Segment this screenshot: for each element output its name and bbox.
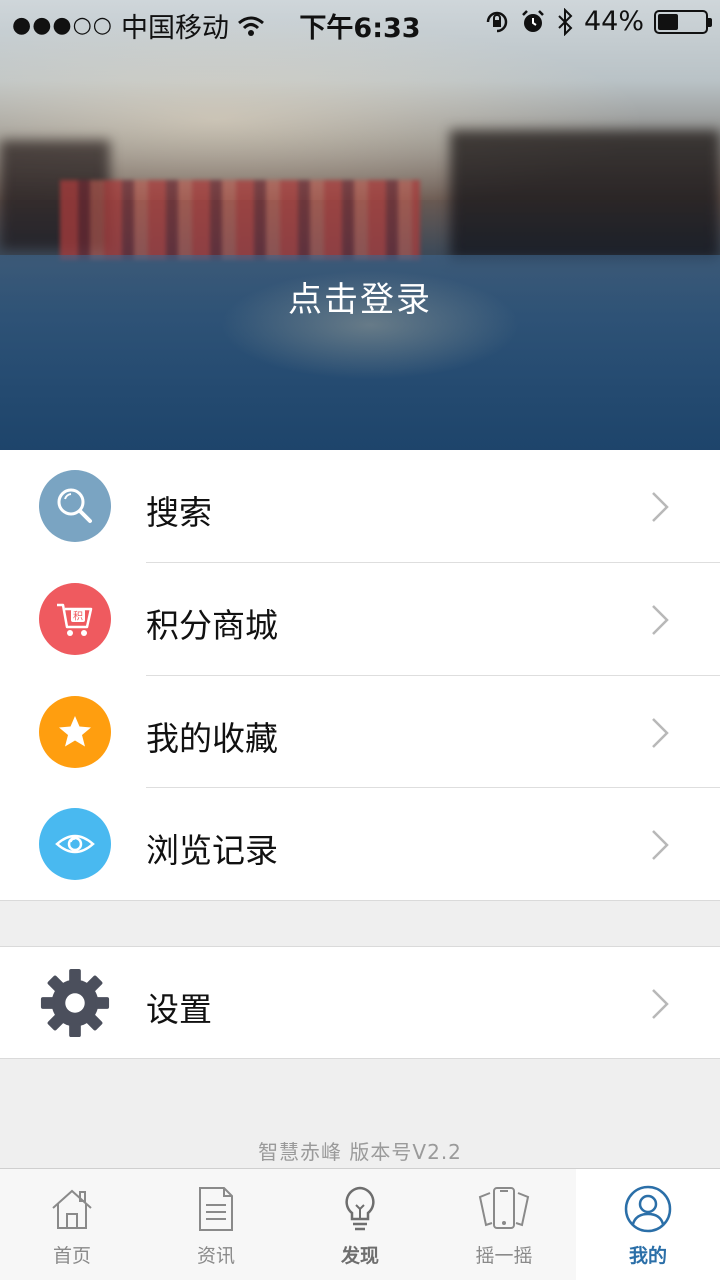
star-icon xyxy=(59,715,91,746)
chevron-right-icon xyxy=(652,604,669,635)
menu-item-search[interactable]: 搜索 xyxy=(0,450,720,563)
tab-label: 我的 xyxy=(628,1245,667,1267)
bluetooth-icon xyxy=(558,7,573,36)
rotation-lock-icon xyxy=(486,11,508,32)
login-link[interactable]: 点击登录 xyxy=(0,272,720,321)
menu-item-favorites[interactable]: 我的收藏 xyxy=(0,676,720,789)
search-icon xyxy=(57,488,92,523)
profile-header: 点击登录 xyxy=(0,0,720,450)
user-icon xyxy=(624,1185,672,1233)
cart-icon: 积 xyxy=(57,603,93,636)
battery-percent: 44% xyxy=(583,6,644,37)
chevron-right-icon xyxy=(652,989,669,1019)
home-icon xyxy=(52,1189,92,1229)
menu-item-label: 积分商城 xyxy=(146,605,278,645)
tab-mine[interactable]: 我的 xyxy=(576,1169,720,1280)
menu-list: 搜索 积 积分商城 我的收藏 浏览记录 xyxy=(0,450,720,901)
menu-item-points-mall[interactable]: 积 积分商城 xyxy=(0,563,720,676)
battery-fill xyxy=(658,13,678,30)
gear-icon xyxy=(40,968,110,1038)
tab-discover[interactable]: 发现 xyxy=(288,1169,432,1280)
menu-item-label: 我的收藏 xyxy=(146,718,278,758)
news-icon xyxy=(199,1187,233,1231)
chevron-right-icon xyxy=(652,830,669,861)
tab-home[interactable]: 首页 xyxy=(0,1169,144,1280)
status-right-group: 44% xyxy=(484,6,712,37)
star-icon-badge xyxy=(39,695,111,768)
tab-label: 摇一摇 xyxy=(475,1245,533,1267)
tab-label: 发现 xyxy=(340,1245,379,1267)
tab-shake[interactable]: 摇一摇 xyxy=(432,1169,576,1280)
battery-icon xyxy=(654,9,712,34)
menu-item-label: 搜索 xyxy=(146,493,212,532)
shake-icon xyxy=(478,1187,530,1229)
eye-icon xyxy=(55,835,95,854)
chevron-right-icon xyxy=(652,492,669,522)
menu-item-history[interactable]: 浏览记录 xyxy=(0,788,720,901)
tab-label: 首页 xyxy=(52,1245,91,1267)
chevron-right-icon xyxy=(652,717,669,748)
hero-skyline-right xyxy=(450,130,720,260)
settings-section: 设置 xyxy=(0,946,720,1059)
status-bar: ●●●○○ 中国移动 下午6:33 44% xyxy=(0,0,720,46)
menu-item-settings[interactable]: 设置 xyxy=(0,947,720,1060)
alarm-icon xyxy=(522,9,544,32)
menu-item-label: 浏览记录 xyxy=(146,831,278,871)
app-version-text: 智慧赤峰 版本号V2.2 xyxy=(258,1140,462,1164)
menu-item-label: 设置 xyxy=(146,990,212,1029)
cart-icon-badge: 积 xyxy=(39,582,111,655)
tab-label: 资讯 xyxy=(196,1245,235,1267)
points-badge-char: 积 xyxy=(73,610,83,622)
hero-city-lights xyxy=(60,180,420,260)
eye-icon-badge xyxy=(39,808,111,881)
tab-news[interactable]: 资讯 xyxy=(144,1169,288,1280)
gear-icon-wrap xyxy=(39,967,111,1039)
bulb-icon xyxy=(345,1186,375,1231)
search-icon-badge xyxy=(39,470,111,542)
bottom-tab-bar: 首页 资讯 发现 摇一摇 我的 xyxy=(0,1168,720,1280)
